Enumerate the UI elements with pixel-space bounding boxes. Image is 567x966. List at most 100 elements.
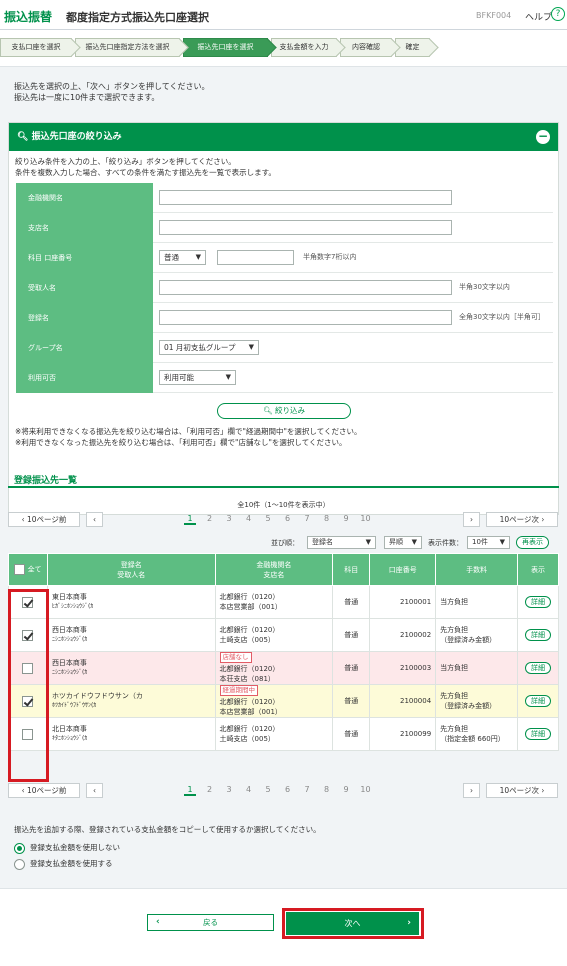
back-button[interactable]: ‹ 戻る — [147, 914, 274, 931]
prev-page-button[interactable]: ‹ — [86, 512, 103, 527]
detail-button[interactable]: 詳細 — [525, 662, 551, 674]
next-page-button[interactable]: › — [463, 512, 480, 527]
page-number-link[interactable]: 1 — [184, 514, 196, 525]
page-number-link[interactable]: 5 — [262, 514, 274, 523]
payee-name-input[interactable] — [159, 280, 452, 295]
filter-button[interactable]: 🔍︎ 絞り込み — [217, 403, 351, 419]
page-number-link[interactable]: 10 — [360, 785, 372, 794]
registered-name-input[interactable] — [159, 310, 452, 325]
page-number-link[interactable]: 4 — [243, 785, 255, 794]
chevron-left-icon: ‹ — [156, 917, 160, 927]
page-number-link[interactable]: 7 — [301, 514, 313, 523]
bank-name: 北都銀行（0120） — [219, 593, 280, 601]
sort-select[interactable]: 登録名 ▼ — [307, 536, 376, 549]
fee-detail: （登録済み金額） — [440, 702, 497, 710]
page-number-link[interactable]: 1 — [184, 785, 196, 796]
prev-10-pages-button-bottom[interactable]: ‹ 10ページ前 — [8, 783, 80, 798]
next-highlight-box — [282, 908, 424, 939]
next-page-button-bottom[interactable]: › — [463, 783, 480, 798]
account-number: 2100004 — [369, 684, 437, 718]
fee-bearer: 当方負担 — [440, 598, 469, 606]
radio-copy[interactable] — [14, 858, 25, 870]
filter-header[interactable]: 🔍︎ 振込先口座の絞り込み − — [9, 123, 558, 151]
page-number-link[interactable]: 8 — [321, 514, 333, 523]
subject: 普通 — [332, 717, 371, 751]
bank-name: 北都銀行（0120） — [219, 665, 280, 673]
detail-button[interactable]: 詳細 — [525, 695, 551, 707]
intro-text: 振込先を選択の上、「次へ」ボタンを押してください。 振込先は一度に10件まで選択… — [14, 82, 210, 102]
branch-name: 本荘支店（081） — [219, 675, 275, 683]
page-number-link[interactable]: 7 — [301, 785, 313, 794]
page-number-link[interactable]: 9 — [340, 514, 352, 523]
select-all-checkbox[interactable] — [14, 564, 26, 575]
page-number-link[interactable]: 8 — [321, 785, 333, 794]
table-row: 東日本商事 ﾋｶﾞｼﾆﾎﾝｼｮｳｼﾞ(ｶ 北都銀行（0120） 本店営業部（001） 普… — [8, 585, 559, 619]
status-badge: 経過期間中 — [219, 685, 259, 696]
redisplay-button[interactable]: 再表示 — [516, 536, 549, 549]
branch-name: 土崎支店（005） — [219, 636, 275, 644]
detail-button[interactable]: 詳細 — [525, 629, 551, 641]
bank-name-input[interactable] — [159, 190, 452, 205]
registered-name: 西日本商事 — [51, 626, 87, 634]
filter-row-payee: 受取人名 半角30文字以内 — [16, 273, 553, 303]
prev-page-button-bottom[interactable]: ‹ — [86, 783, 103, 798]
radio-no-copy[interactable] — [14, 842, 25, 854]
option-copy[interactable]: 登録支払金額を使用する — [14, 858, 113, 870]
help-link[interactable]: ヘルプ — [525, 10, 552, 23]
registered-name: ホツカイドウフドウサン（カ — [51, 692, 143, 700]
bank-name: 北都銀行（0120） — [219, 725, 280, 733]
divider — [8, 486, 559, 488]
subject: 普通 — [332, 585, 371, 619]
payee-kana: ﾆｼﾆﾎﾝｼｮｳｼﾞ(ｶ — [51, 636, 88, 643]
per-page-select[interactable]: 10件 ▼ — [467, 536, 510, 549]
sort-controls: 並び順： 登録名 ▼ 昇順 ▼ 表示件数： 10件 ▼ 再表示 — [0, 536, 567, 552]
page-number-link[interactable]: 2 — [204, 514, 216, 523]
page-number-link[interactable]: 6 — [282, 514, 294, 523]
checkbox-highlight-box — [8, 589, 49, 782]
page-number-link[interactable]: 10 — [360, 514, 372, 523]
search-icon: 🔍︎ — [17, 132, 29, 142]
account-type-select[interactable]: 普通 ▼ — [159, 250, 206, 265]
page-title: 都度指定方式振込先口座選択 — [66, 11, 209, 24]
detail-button[interactable]: 詳細 — [525, 728, 551, 740]
payee-table: 全て 登録名 受取人名 金融機関名 支店名 科目 口座番号 手数料 表示 東日本商事… — [8, 553, 559, 751]
collapse-icon[interactable]: − — [536, 130, 550, 144]
main-content: 振込先を選択の上、「次へ」ボタンを押してください。 振込先は一度に10件まで選択… — [0, 66, 567, 888]
order-select[interactable]: 昇順 ▼ — [384, 536, 422, 549]
usable-select[interactable]: 利用可能 ▼ — [159, 370, 236, 385]
account-number-input[interactable] — [217, 250, 294, 265]
screen-code: BFKF004 — [476, 11, 512, 20]
filter-row-account: 科目 口座番号 普通 ▼ 半角数字7桁以内 — [16, 243, 553, 273]
group-select[interactable]: 01 月初支払グループ ▼ — [159, 340, 259, 355]
table-row: 西日本商事 ﾆｼﾆﾎﾝｼｮｳｼﾞ(ｶ 店舗なし 北都銀行（0120） 本荘支店（081）… — [8, 651, 559, 685]
chevron-right-icon: › — [470, 515, 473, 524]
page-number-link[interactable]: 5 — [262, 785, 274, 794]
option-no-copy[interactable]: 登録支払金額を使用しない — [14, 842, 120, 854]
account-number: 2100099 — [369, 717, 437, 751]
registered-name: 東日本商事 — [51, 593, 87, 601]
table-row: 北日本商事 ｷﾀﾆﾎﾝｼｮｳｼﾞ(ｶ 北都銀行（0120） 土崎支店（005） 普通 21… — [8, 717, 559, 751]
page-number-link[interactable]: 3 — [223, 785, 235, 794]
branch-name-input[interactable] — [159, 220, 452, 235]
page-number-link[interactable]: 6 — [282, 785, 294, 794]
prev-10-pages-button[interactable]: ‹ 10ページ前 — [8, 512, 80, 527]
step-5: 内容確認 — [340, 38, 392, 57]
filter-row-bank: 金融機関名 — [16, 183, 553, 213]
step-4: 支払金額を入力 — [271, 38, 337, 57]
fee-bearer: 先方負担 — [440, 692, 469, 700]
detail-button[interactable]: 詳細 — [525, 596, 551, 608]
page-number-link[interactable]: 2 — [204, 785, 216, 794]
help-icon[interactable]: ? — [551, 7, 565, 21]
payee-kana: ﾎﾂｶｲﾄﾞｳﾌﾄﾞｳｻﾝ(ｶ — [51, 702, 97, 709]
next-10-pages-button-bottom[interactable]: 10ページ次 › — [486, 783, 558, 798]
filter-row-branch: 支店名 — [16, 213, 553, 243]
page-number-link[interactable]: 9 — [340, 785, 352, 794]
chevron-left-icon: ‹ — [93, 515, 96, 524]
page-number-link[interactable]: 4 — [243, 514, 255, 523]
status-badge: 店舗なし — [219, 652, 252, 663]
chevron-down-icon: ▼ — [195, 253, 201, 261]
step-3-current: 振込先口座を選択 — [183, 38, 268, 57]
next-10-pages-button[interactable]: 10ページ次 › — [486, 512, 558, 527]
page-number-link[interactable]: 3 — [223, 514, 235, 523]
chevron-down-icon: ▼ — [248, 343, 254, 351]
